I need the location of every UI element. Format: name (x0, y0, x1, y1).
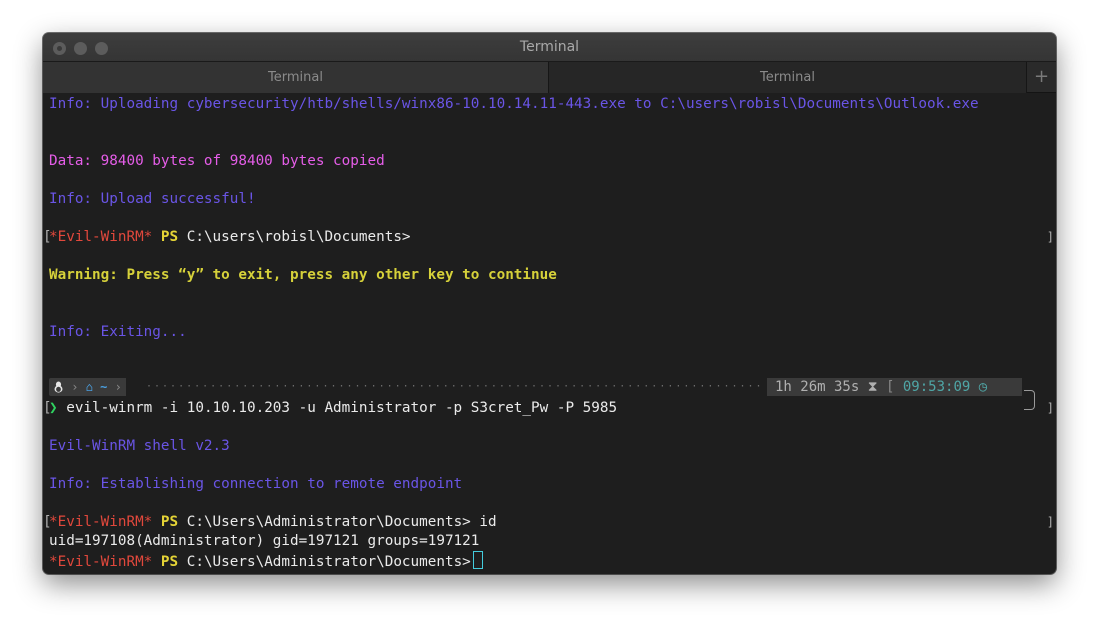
warning-line: Warning: Press “y” to exit, press any ot… (49, 267, 557, 283)
prompt-frame (1024, 390, 1035, 410)
window-title: Terminal (519, 39, 580, 55)
prompt-ps-2: PS (160, 514, 179, 530)
text-cursor[interactable] (472, 551, 483, 569)
prompt-name: *Evil-WinRM* (49, 229, 153, 245)
command-line: ❯ evil-winrm -i 10.10.10.203 -u Administ… (49, 399, 617, 418)
terminal-window: Terminal Terminal Terminal + Info: Uploa… (43, 33, 1056, 574)
clock-icon: ◷ (978, 379, 988, 395)
maximize-button[interactable] (95, 42, 108, 55)
tab-bar: Terminal Terminal + (43, 61, 1056, 93)
prompt-path-3: C:\Users\Administrator\Documents> (186, 554, 471, 570)
prompt-name-2: *Evil-WinRM* (49, 514, 153, 530)
home-icon: ⌂ (85, 380, 93, 394)
tux-icon (54, 381, 63, 393)
data-copied-line: Data: 98400 bytes of 98400 bytes copied (49, 153, 385, 169)
prompt-close-bracket: ] (1046, 230, 1054, 244)
prompt-arrow-icon: ❯ (49, 400, 58, 416)
prompt-line-2: *Evil-WinRM* PS C:\Users\Administrator\D… (49, 513, 497, 532)
prompt-ps: PS (160, 229, 179, 245)
command-text: evil-winrm -i 10.10.10.203 -u Administra… (66, 400, 618, 416)
prompt-path-2: C:\Users\Administrator\Documents> (186, 514, 471, 530)
prompt-line-1: *Evil-WinRM* PS C:\users\robisl\Document… (49, 228, 411, 247)
id-output-line: uid=197108(Administrator) gid=197121 gro… (49, 533, 480, 549)
powerline-left-segment: › ⌂ ~ › (49, 378, 126, 396)
version-line: Evil-WinRM shell v2.3 (49, 438, 230, 454)
hourglass-icon: ⧗ (867, 379, 878, 395)
powerline-separator-3: [ (886, 379, 895, 395)
prompt-path: C:\users\robisl\Documents> (186, 229, 411, 245)
terminal-output[interactable]: Info: Uploading cybersecurity/htb/shells… (43, 93, 1056, 574)
close-button[interactable] (53, 42, 66, 55)
prompt-close-bracket-3: ] (1046, 515, 1054, 529)
tab-terminal-2[interactable]: Terminal (549, 62, 1026, 93)
upload-success-line: Info: Upload successful! (49, 191, 256, 207)
prompt-line-3[interactable]: *Evil-WinRM* PS C:\Users\Administrator\D… (49, 551, 483, 570)
connecting-line: Info: Establishing connection to remote … (49, 476, 463, 492)
prompt-command-2: id (470, 514, 497, 530)
clock-time: 09:53:09 (902, 379, 971, 395)
command-duration: 1h 26m 35s (775, 379, 860, 395)
window-controls (53, 40, 116, 59)
powerline-separator-2: › (114, 380, 122, 394)
powerline-separator: › (71, 380, 79, 394)
exiting-line: Info: Exiting... (49, 324, 187, 340)
prompt-close-bracket-2: ] (1046, 401, 1054, 415)
upload-info-line: Info: Uploading cybersecurity/htb/shells… (49, 96, 979, 112)
title-bar: Terminal (43, 33, 1056, 61)
tab-terminal-1[interactable]: Terminal (43, 62, 549, 93)
powerline-filler: ········································… (146, 381, 761, 392)
new-tab-button[interactable]: + (1026, 62, 1056, 93)
prompt-name-3: *Evil-WinRM* (49, 554, 153, 570)
prompt-ps-3: PS (160, 554, 179, 570)
powerline-dir: ~ (100, 380, 108, 394)
minimize-button[interactable] (74, 42, 87, 55)
powerline-right-segment: 1h 26m 35s ⧗ [ 09:53:09 ◷ (767, 378, 1022, 396)
